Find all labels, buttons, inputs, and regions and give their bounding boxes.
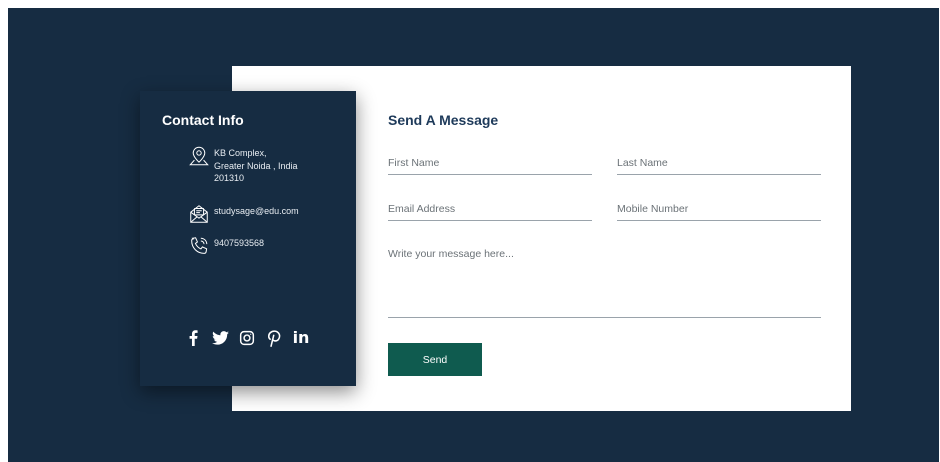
address-text: KB Complex, Greater Noida , India 201310 bbox=[214, 148, 298, 183]
mobile-input[interactable] bbox=[617, 202, 821, 221]
send-button[interactable]: Send bbox=[388, 343, 482, 376]
mail-icon bbox=[188, 203, 210, 225]
phone-text: 9407593568 bbox=[214, 238, 265, 248]
facebook-icon[interactable] bbox=[184, 329, 202, 347]
message-textarea[interactable] bbox=[388, 248, 821, 318]
social-links: in bbox=[184, 329, 310, 347]
phone-icon bbox=[188, 235, 210, 257]
location-pin-icon bbox=[188, 145, 210, 167]
last-name-input[interactable] bbox=[617, 156, 821, 175]
contact-info-title: Contact Info bbox=[162, 112, 244, 128]
first-name-input[interactable] bbox=[388, 156, 592, 175]
linkedin-label: in bbox=[292, 328, 310, 347]
linkedin-icon[interactable]: in bbox=[292, 329, 310, 347]
email-text: studysage@edu.com bbox=[214, 206, 299, 216]
page-background: Send A Message Send Contact Info KB Comp… bbox=[8, 8, 939, 462]
email-input[interactable] bbox=[388, 202, 592, 221]
form-title: Send A Message bbox=[388, 112, 499, 128]
phone-row: 9407593568 bbox=[188, 237, 324, 257]
address-row: KB Complex, Greater Noida , India 201310 bbox=[188, 145, 324, 185]
contact-info-panel: Contact Info KB Complex, Greater Noida ,… bbox=[140, 91, 356, 386]
pinterest-icon[interactable] bbox=[265, 329, 283, 347]
twitter-icon[interactable] bbox=[211, 329, 229, 347]
email-row: studysage@edu.com bbox=[188, 205, 324, 225]
instagram-icon[interactable] bbox=[238, 329, 256, 347]
